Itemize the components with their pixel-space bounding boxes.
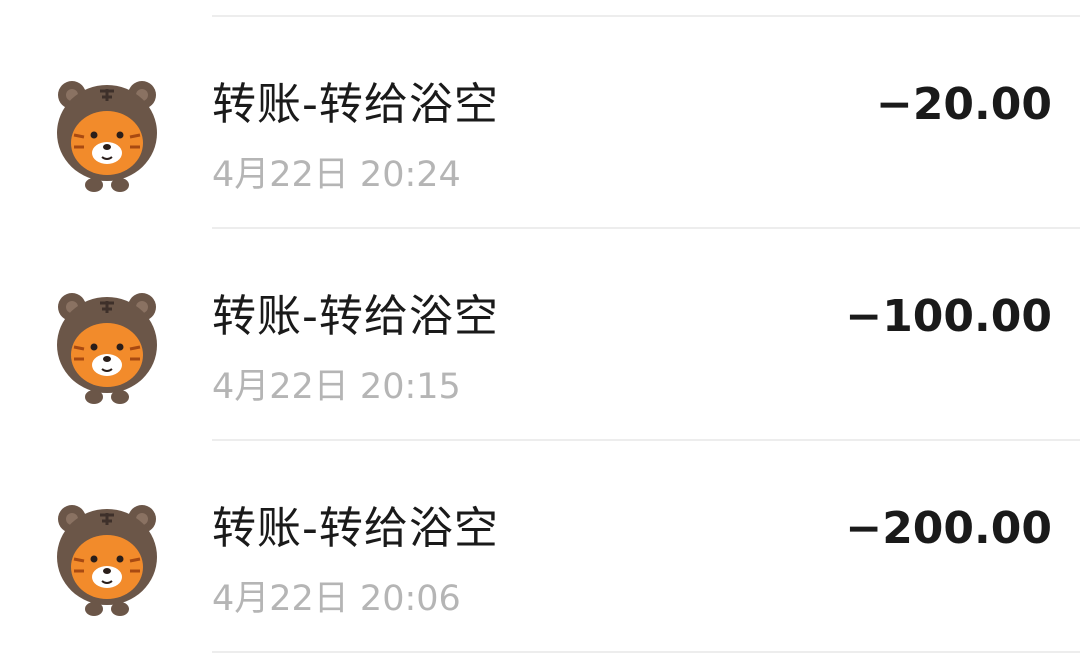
tiger-avatar-icon <box>55 291 159 405</box>
transaction-row[interactable]: 转账-转给浴空 4月22日 20:06 −200.00 <box>0 441 1080 651</box>
transaction-list: 转账-转给浴空 4月22日 20:24 −20.00 转账-转给浴空 4月22日… <box>0 0 1080 667</box>
transaction-title: 转账-转给浴空 <box>212 503 499 554</box>
transaction-title: 转账-转给浴空 <box>212 79 499 130</box>
transaction-time: 4月22日 20:06 <box>212 579 461 619</box>
transaction-time: 4月22日 20:15 <box>212 367 461 407</box>
transaction-time: 4月22日 20:24 <box>212 155 461 195</box>
transaction-row[interactable]: 转账-转给浴空 4月22日 20:24 −20.00 <box>0 17 1080 227</box>
transaction-amount: −200.00 <box>845 503 1052 554</box>
divider <box>212 651 1080 653</box>
transaction-amount: −100.00 <box>845 291 1052 342</box>
tiger-avatar-icon <box>55 79 159 193</box>
tiger-avatar-icon <box>55 503 159 617</box>
transaction-title: 转账-转给浴空 <box>212 291 499 342</box>
transaction-row[interactable]: 转账-转给浴空 4月22日 20:15 −100.00 <box>0 229 1080 439</box>
transaction-amount: −20.00 <box>875 79 1052 130</box>
